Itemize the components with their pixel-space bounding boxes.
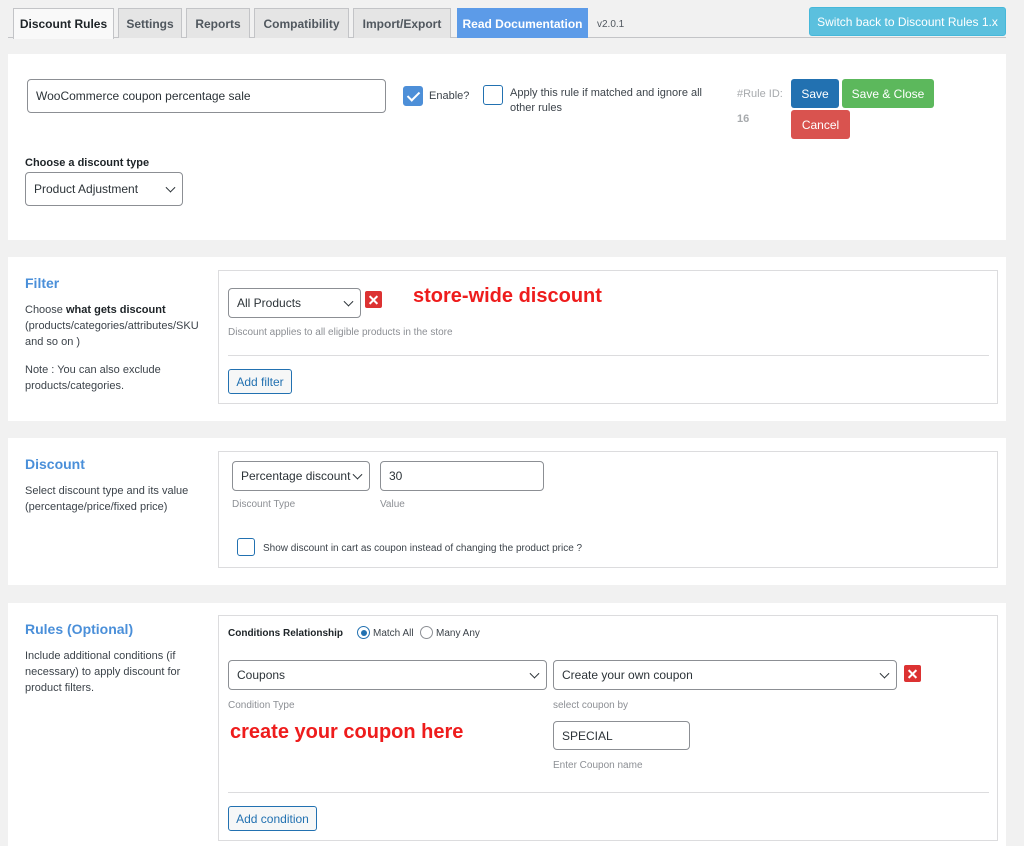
rules-title: Rules (Optional)	[25, 621, 134, 637]
conditions-relationship-label: Conditions Relationship	[228, 628, 343, 639]
tab-discount-rules[interactable]: Discount Rules	[13, 8, 114, 39]
discount-title: Discount	[25, 456, 85, 472]
coupon-name-hint: Enter Coupon name	[553, 760, 643, 771]
discount-description: Select discount type and its value (perc…	[25, 485, 189, 513]
many-any-label: Many Any	[436, 628, 480, 639]
filter-divider	[228, 355, 989, 356]
save-close-button[interactable]: Save & Close	[842, 79, 934, 108]
discount-box: Percentage discount 30 Discount Type Val…	[218, 451, 998, 568]
filter-note: Note : You can also exclude products/cat…	[25, 364, 161, 392]
cancel-button[interactable]: Cancel	[791, 110, 850, 139]
apply-exclusive-label: Apply this rule if matched and ignore al…	[510, 87, 702, 114]
rules-box: Conditions Relationship Match All Many A…	[218, 615, 998, 841]
condition-type-select[interactable]: Coupons	[228, 660, 547, 690]
rule-header-panel: WooCommerce coupon percentage sale Enabl…	[8, 54, 1006, 240]
coupon-name-input[interactable]: SPECIAL	[553, 721, 690, 750]
chevron-down-icon	[879, 668, 890, 679]
show-as-coupon-label: Show discount in cart as coupon instead …	[263, 543, 583, 554]
discount-type-hint: Discount Type	[232, 499, 296, 510]
discount-value-hint: Value	[380, 499, 405, 510]
coupon-mode-select[interactable]: Create your own coupon	[553, 660, 897, 690]
remove-filter-icon[interactable]	[365, 291, 382, 308]
filter-hint: Discount applies to all eligible product…	[228, 327, 453, 338]
add-filter-button[interactable]: Add filter	[228, 369, 292, 394]
tab-compatibility[interactable]: Compatibility	[254, 8, 349, 38]
rule-id-label: #Rule ID:	[737, 88, 783, 100]
create-coupon-annotation: create your coupon here	[230, 721, 464, 743]
discount-panel: Discount Select discount type and its va…	[8, 438, 1006, 585]
tab-settings[interactable]: Settings	[118, 8, 182, 38]
tab-import-export[interactable]: Import/Export	[353, 8, 451, 38]
add-condition-button[interactable]: Add condition	[228, 806, 317, 831]
rule-id-value: 16	[737, 113, 750, 125]
rule-name-input[interactable]: WooCommerce coupon percentage sale	[27, 79, 386, 113]
rules-panel: Rules (Optional) Include additional cond…	[8, 603, 1006, 846]
show-as-coupon-checkbox[interactable]	[237, 538, 255, 556]
discount-type-label: Choose a discount type	[25, 157, 150, 169]
filter-box: All Products store-wide discount Discoun…	[218, 270, 998, 404]
filter-panel: Filter Choose what gets discount (produc…	[8, 257, 1006, 421]
discount-type-select[interactable]: Product Adjustment	[25, 172, 183, 206]
chevron-down-icon	[165, 182, 176, 193]
match-all-label: Match All	[373, 628, 414, 639]
tab-reports[interactable]: Reports	[186, 8, 250, 38]
switch-version-button[interactable]: Switch back to Discount Rules 1.x	[809, 7, 1006, 36]
rules-description: Include additional conditions (if necess…	[25, 650, 181, 694]
save-button[interactable]: Save	[791, 79, 839, 108]
store-wide-annotation: store-wide discount	[413, 285, 602, 307]
chevron-down-icon	[343, 296, 354, 307]
remove-condition-icon[interactable]	[904, 665, 921, 682]
enable-checkbox[interactable]	[403, 86, 423, 106]
filter-title: Filter	[25, 275, 60, 291]
condition-type-hint: Condition Type	[228, 700, 295, 711]
select-coupon-by-hint: select coupon by	[553, 700, 629, 711]
apply-exclusive-checkbox[interactable]	[483, 85, 503, 105]
filter-type-select[interactable]: All Products	[228, 288, 361, 318]
chevron-down-icon	[352, 469, 363, 480]
match-all-radio[interactable]	[357, 626, 370, 639]
many-any-radio[interactable]	[420, 626, 433, 639]
discount-value-input[interactable]: 30	[380, 461, 544, 491]
filter-description: Choose what gets discount (products/cate…	[25, 304, 199, 348]
version-label: v2.0.1	[597, 19, 625, 30]
chevron-down-icon	[529, 668, 540, 679]
read-documentation-button[interactable]: Read Documentation	[457, 8, 588, 38]
discount-method-select[interactable]: Percentage discount	[232, 461, 370, 491]
rules-divider	[228, 792, 989, 793]
enable-label: Enable?	[429, 90, 470, 102]
